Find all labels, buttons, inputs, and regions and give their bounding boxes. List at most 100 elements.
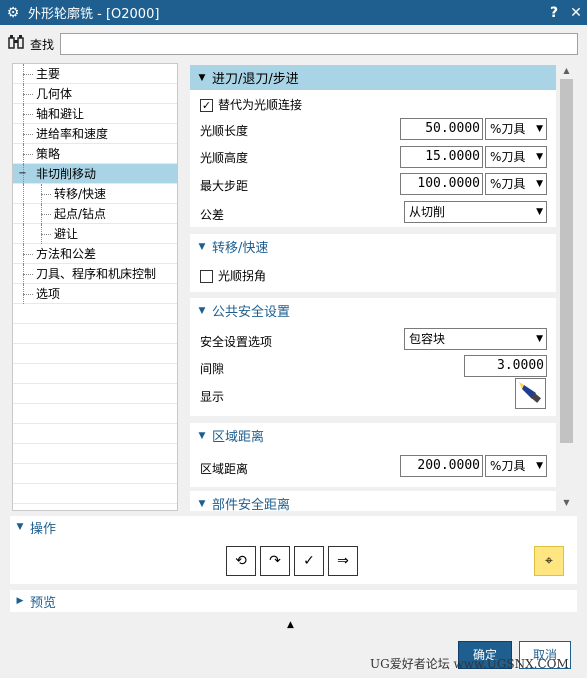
region-distance-input[interactable]: 200.0000 — [400, 455, 483, 477]
max-step-unit-select[interactable]: %刀具 ▼ — [485, 173, 547, 195]
collapse-arrow-icon[interactable]: ▲ — [287, 620, 294, 630]
tree-item-label: 刀具、程序和机床控制 — [36, 267, 157, 281]
tree-empty-row — [13, 424, 177, 444]
smooth-length-label: 光顺长度 — [200, 124, 249, 138]
tree-item[interactable]: 几何体 — [13, 84, 177, 104]
smooth-length-unit: %刀具 — [490, 122, 526, 136]
tree-empty-row — [13, 484, 177, 504]
smooth-height-input[interactable]: 15.0000 — [400, 146, 483, 168]
scroll-down-icon[interactable]: ▼ — [558, 495, 575, 511]
operations-header[interactable]: ▼ 操作 — [10, 516, 577, 538]
collapse-triangle-icon: ▼ — [198, 72, 206, 83]
preview-title: 预览 — [30, 595, 57, 611]
section-safety-header[interactable]: ▼ 公共安全设置 — [190, 298, 556, 323]
tree-empty-row — [13, 344, 177, 364]
region-distance-unit: %刀具 — [490, 459, 526, 473]
close-button[interactable]: ✕ — [565, 5, 587, 21]
tree-item-label: 方法和公差 — [36, 247, 97, 261]
collapse-triangle-icon: ▼ — [198, 305, 206, 316]
tolerance-label: 公差 — [200, 208, 225, 222]
watermark: UG爱好者论坛 www.UGSNX.COM — [370, 657, 569, 671]
safety-option-select[interactable]: 包容块 ▼ — [404, 328, 547, 350]
tree-item-label: 进给率和速度 — [36, 127, 109, 141]
max-step-unit: %刀具 — [490, 177, 526, 191]
tree-item[interactable]: 方法和公差 — [13, 244, 177, 264]
tree-empty-row — [13, 304, 177, 324]
replace-smooth-checkbox[interactable]: ✓ — [200, 99, 213, 112]
flashlight-icon[interactable] — [515, 378, 546, 409]
replay-icon[interactable]: ↷ — [260, 546, 290, 576]
safety-option-value: 包容块 — [409, 332, 446, 346]
section-region-header[interactable]: ▼ 区域距离 — [190, 423, 556, 448]
tree-empty-row — [13, 324, 177, 344]
tree-item[interactable]: − 非切削移动 — [13, 164, 177, 184]
tree-item-label: 避让 — [54, 227, 79, 241]
replace-smooth-row[interactable]: ✓ 替代为光顺连接 — [200, 96, 302, 113]
tree-item[interactable]: 避让 — [13, 224, 177, 244]
chevron-down-icon: ▼ — [536, 124, 543, 134]
scrollbar-thumb[interactable] — [560, 79, 573, 443]
tree-item[interactable]: 策略 — [13, 144, 177, 164]
collapse-triangle-icon: ▼ — [16, 522, 24, 532]
operations-title: 操作 — [30, 521, 57, 537]
chevron-down-icon: ▼ — [536, 179, 543, 189]
collapse-triangle-icon: ▼ — [198, 241, 206, 252]
smooth-length-input[interactable]: 50.0000 — [400, 118, 483, 140]
collapse-triangle-icon: ▼ — [198, 430, 206, 441]
help-button[interactable]: ? — [543, 5, 565, 21]
smooth-height-unit: %刀具 — [490, 150, 526, 164]
tree-item[interactable]: 选项 — [13, 284, 177, 304]
tree-item[interactable]: 转移/快速 — [13, 184, 177, 204]
tree-item[interactable]: 进给率和速度 — [13, 124, 177, 144]
region-distance-unit-select[interactable]: %刀具 ▼ — [485, 455, 547, 477]
panel-scrollbar[interactable]: ▲ ▼ — [558, 63, 575, 511]
tree-item[interactable]: 刀具、程序和机床控制 — [13, 264, 177, 284]
collapse-node-icon[interactable]: − — [18, 169, 27, 179]
tree-item-label: 主要 — [36, 67, 61, 81]
generate-icon[interactable]: ⟲ — [226, 546, 256, 576]
tree-item[interactable]: 轴和避让 — [13, 104, 177, 124]
list-icon[interactable]: ⇒ — [328, 546, 358, 576]
tree-empty-row — [13, 364, 177, 384]
confirm-icon[interactable]: ✓ — [294, 546, 324, 576]
smooth-height-unit-select[interactable]: %刀具 ▼ — [485, 146, 547, 168]
scroll-up-icon[interactable]: ▲ — [558, 63, 575, 79]
smooth-corner-label: 光顺拐角 — [218, 269, 267, 283]
highlight-icon[interactable]: ⌖ — [534, 546, 564, 576]
preview-group[interactable]: ▶ 预览 — [10, 590, 577, 612]
tree-item-label: 几何体 — [36, 87, 73, 101]
tree-empty-row — [13, 404, 177, 424]
collapse-triangle-icon: ▼ — [198, 498, 206, 509]
display-label: 显示 — [200, 390, 225, 404]
tree-empty-row — [13, 444, 177, 464]
window-title: 外形轮廓铣 - [O2000] — [28, 7, 160, 22]
section-transfer-header[interactable]: ▼ 转移/快速 — [190, 234, 556, 259]
find-bar: 查找 — [8, 32, 578, 56]
safety-option-label: 安全设置选项 — [200, 335, 273, 349]
find-label: 查找 — [30, 37, 55, 52]
section-engage-header[interactable]: ▼ 进刀/退刀/步进 — [190, 65, 556, 90]
section-region: ▼ 区域距离 区域距离 200.0000 %刀具 ▼ — [190, 423, 556, 487]
tree-item[interactable]: 主要 — [13, 64, 177, 84]
tolerance-select[interactable]: 从切削 ▼ — [404, 201, 547, 223]
section-part-safety-header[interactable]: ▼ 部件安全距离 — [190, 491, 556, 511]
chevron-down-icon: ▼ — [536, 461, 543, 471]
tree-item-label: 转移/快速 — [54, 187, 107, 201]
chevron-down-icon: ▼ — [536, 152, 543, 162]
find-input[interactable] — [60, 33, 578, 55]
section-region-title: 区域距离 — [212, 430, 265, 445]
section-engage: ▼ 进刀/退刀/步进 ✓ 替代为光顺连接 光顺长度 50.0000 %刀具 ▼ 光顺… — [190, 65, 556, 227]
smooth-length-unit-select[interactable]: %刀具 ▼ — [485, 118, 547, 140]
tree-item[interactable]: 起点/钻点 — [13, 204, 177, 224]
tree-empty-row — [13, 384, 177, 404]
clearance-input[interactable]: 3.0000 — [464, 355, 547, 377]
chevron-down-icon: ▼ — [536, 207, 543, 217]
smooth-corner-checkbox[interactable] — [200, 270, 213, 283]
region-distance-label: 区域距离 — [200, 462, 249, 476]
gear-icon[interactable]: ⚙ — [2, 5, 24, 21]
smooth-corner-row[interactable]: 光顺拐角 — [200, 267, 266, 284]
binoculars-icon[interactable] — [8, 34, 30, 54]
section-safety-title: 公共安全设置 — [212, 305, 291, 320]
tree-item-label: 策略 — [36, 147, 61, 161]
max-step-input[interactable]: 100.0000 — [400, 173, 483, 195]
